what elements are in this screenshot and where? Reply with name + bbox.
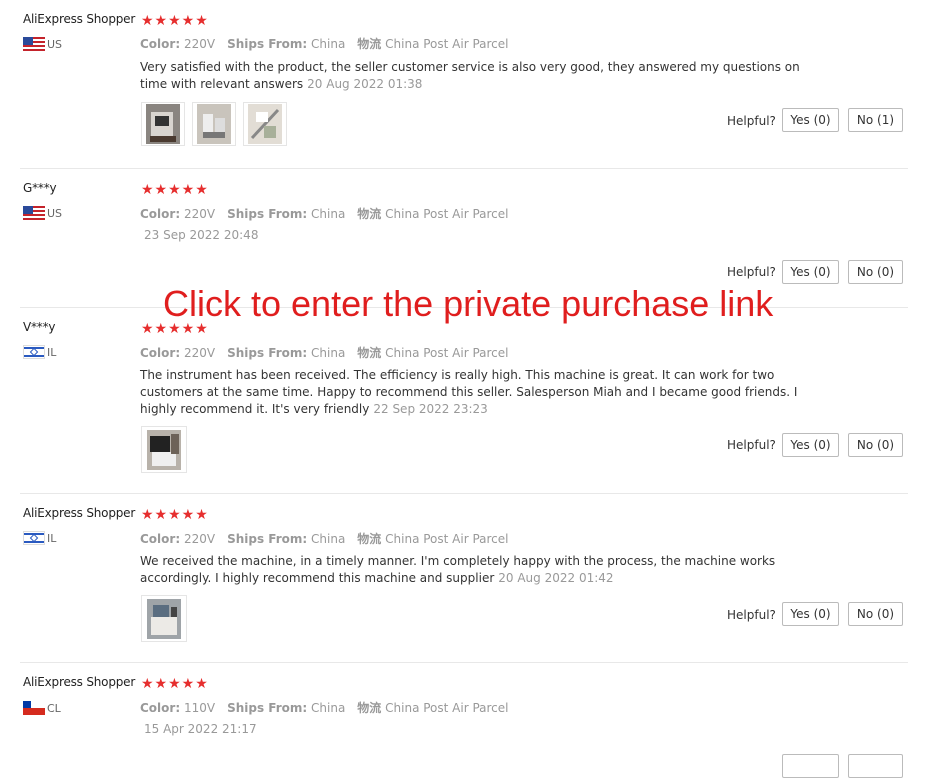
ships-from-value: China bbox=[311, 207, 346, 221]
country-code: US bbox=[47, 206, 63, 220]
reviewer-name: G***y bbox=[23, 181, 57, 195]
color-value: 220V bbox=[183, 37, 216, 51]
review-sku-info: Color: 110V Ships From: China 物流 China Pos… bbox=[140, 699, 508, 716]
reviewer-country: CL bbox=[23, 701, 61, 715]
review-text-block: We received the machine, in a timely man… bbox=[140, 553, 820, 587]
helpful-label: Helpful? bbox=[727, 265, 776, 279]
logistics-label: 物流 bbox=[357, 346, 382, 360]
helpful-no-button[interactable]: No (0) bbox=[848, 602, 903, 626]
logistics-label: 物流 bbox=[357, 207, 382, 221]
review-photo[interactable] bbox=[141, 595, 187, 642]
helpful-no-button[interactable]: No (1) bbox=[848, 108, 903, 132]
logistics-label: 物流 bbox=[357, 701, 382, 715]
review-text-block: Very satisfied with the product, the sel… bbox=[140, 59, 820, 93]
logistics-label: 物流 bbox=[357, 37, 382, 51]
reviewer-country: IL bbox=[23, 531, 56, 545]
ships-from-value: China bbox=[311, 701, 346, 715]
reviewer-name: AliExpress Shopper bbox=[23, 506, 136, 520]
photo-machine-icon bbox=[147, 598, 181, 639]
reviewer-name: AliExpress Shopper bbox=[23, 12, 136, 26]
ships-from-label: Ships From: bbox=[227, 207, 308, 221]
review-date: 20 Aug 2022 01:38 bbox=[307, 77, 423, 91]
helpful-yes-button[interactable]: Yes (0) bbox=[782, 260, 839, 284]
helpful-yes-button[interactable]: Yes (0) bbox=[782, 108, 839, 132]
review-sku-info: Color: 220V Ships From: China 物流 China Pos… bbox=[140, 530, 508, 547]
photo-machine-icon bbox=[147, 429, 181, 470]
helpful-no-button[interactable] bbox=[848, 754, 903, 778]
ships-from-label: Ships From: bbox=[227, 37, 308, 51]
review-text-block: The instrument has been received. The ef… bbox=[140, 367, 820, 418]
review-photo[interactable] bbox=[192, 102, 236, 146]
country-code: US bbox=[47, 37, 63, 51]
private-purchase-link[interactable]: Click to enter the private purchase link bbox=[163, 283, 773, 325]
color-value: 220V bbox=[183, 207, 216, 221]
country-code: CL bbox=[47, 701, 61, 715]
star-rating: ★★★★★ bbox=[141, 13, 209, 29]
reviewer-name: AliExpress Shopper bbox=[23, 675, 136, 689]
logistics-value: China Post Air Parcel bbox=[385, 37, 509, 51]
review-photo[interactable] bbox=[141, 102, 185, 146]
helpful-yes-button[interactable] bbox=[782, 754, 839, 778]
photo-machine-icon bbox=[146, 104, 180, 144]
color-value: 220V bbox=[183, 532, 216, 546]
reviewer-name: V***y bbox=[23, 320, 56, 334]
helpful-no-button[interactable]: No (0) bbox=[848, 260, 903, 284]
ships-from-label: Ships From: bbox=[227, 701, 308, 715]
country-code: IL bbox=[47, 345, 57, 359]
us-flag-icon bbox=[23, 206, 45, 220]
helpful-label: Helpful? bbox=[727, 608, 776, 622]
color-value: 220V bbox=[183, 346, 216, 360]
review-text: Very satisfied with the product, the sel… bbox=[140, 60, 800, 91]
ships-from-value: China bbox=[311, 532, 346, 546]
us-flag-icon bbox=[23, 37, 45, 51]
ships-from-label: Ships From: bbox=[227, 346, 308, 360]
helpful-yes-button[interactable]: Yes (0) bbox=[782, 433, 839, 457]
star-rating: ★★★★★ bbox=[141, 182, 209, 198]
il-flag-icon bbox=[23, 531, 45, 545]
logistics-label: 物流 bbox=[357, 532, 382, 546]
logistics-value: China Post Air Parcel bbox=[385, 346, 509, 360]
review-date: 15 Apr 2022 21:17 bbox=[144, 722, 257, 736]
color-label: Color: bbox=[140, 701, 181, 715]
cl-flag-icon bbox=[23, 701, 45, 715]
country-code: IL bbox=[47, 531, 57, 545]
review-item: V***y IL ★★★★★ Color: 220V Ships From: Ch… bbox=[0, 308, 910, 493]
color-label: Color: bbox=[140, 207, 181, 221]
review-date: 23 Sep 2022 20:48 bbox=[144, 228, 259, 242]
review-date: 22 Sep 2022 23:23 bbox=[373, 402, 488, 416]
logistics-value: China Post Air Parcel bbox=[385, 532, 509, 546]
review-sku-info: Color: 220V Ships From: China 物流 China Pos… bbox=[140, 205, 508, 222]
review-date: 20 Aug 2022 01:42 bbox=[498, 571, 614, 585]
photo-handpiece-icon bbox=[197, 104, 231, 144]
il-flag-icon bbox=[23, 345, 45, 359]
review-photo[interactable] bbox=[141, 426, 187, 473]
review-sku-info: Color: 220V Ships From: China 物流 China Pos… bbox=[140, 35, 508, 52]
logistics-value: China Post Air Parcel bbox=[385, 207, 509, 221]
helpful-label: Helpful? bbox=[727, 114, 776, 128]
review-photo[interactable] bbox=[243, 102, 287, 146]
color-value: 110V bbox=[183, 701, 216, 715]
ships-from-value: China bbox=[311, 37, 346, 51]
color-label: Color: bbox=[140, 37, 181, 51]
reviewer-country: US bbox=[23, 37, 62, 51]
review-text: We received the machine, in a timely man… bbox=[140, 554, 776, 585]
ships-from-label: Ships From: bbox=[227, 532, 308, 546]
helpful-yes-button[interactable]: Yes (0) bbox=[782, 602, 839, 626]
review-sku-info: Color: 220V Ships From: China 物流 China Pos… bbox=[140, 344, 508, 361]
helpful-label: Helpful? bbox=[727, 438, 776, 452]
logistics-value: China Post Air Parcel bbox=[385, 701, 509, 715]
review-item: AliExpress Shopper CL ★★★★★ Color: 110V S… bbox=[0, 663, 910, 778]
review-item: AliExpress Shopper US ★★★★★ Color: 220V S… bbox=[0, 0, 910, 168]
ships-from-value: China bbox=[311, 346, 346, 360]
color-label: Color: bbox=[140, 346, 181, 360]
helpful-no-button[interactable]: No (0) bbox=[848, 433, 903, 457]
star-rating: ★★★★★ bbox=[141, 507, 209, 523]
color-label: Color: bbox=[140, 532, 181, 546]
reviewer-country: IL bbox=[23, 345, 56, 359]
review-item: AliExpress Shopper IL ★★★★★ Color: 220V S… bbox=[0, 494, 910, 662]
photo-accessories-icon bbox=[248, 104, 282, 144]
reviewer-country: US bbox=[23, 206, 62, 220]
star-rating: ★★★★★ bbox=[141, 676, 209, 692]
